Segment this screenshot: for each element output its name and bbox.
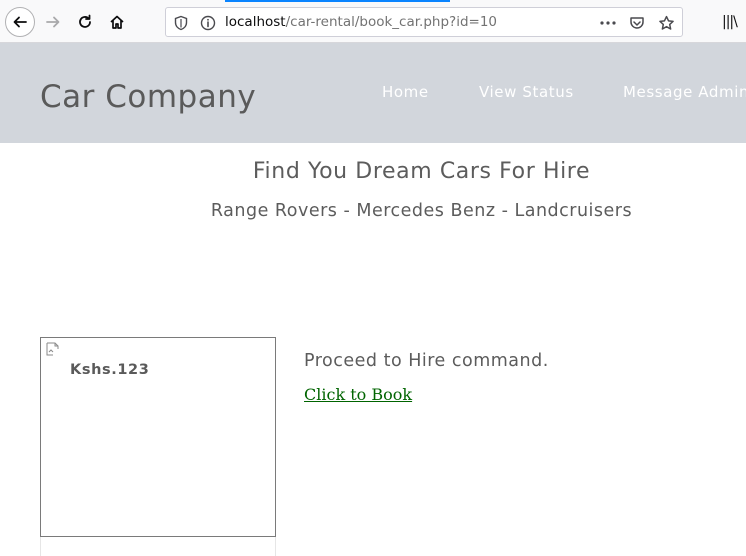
active-tab-indicator — [225, 0, 450, 2]
url-actions — [598, 13, 676, 33]
card-divider — [40, 537, 276, 556]
forward-arrow-icon — [46, 16, 60, 28]
url-text[interactable]: localhost/car-rental/book_car.php?id=10 — [225, 14, 497, 30]
site-header: Car Company Home View Status Message Adm… — [0, 43, 746, 143]
page-actions-menu-icon[interactable] — [598, 13, 618, 33]
nav-link-message-admin[interactable]: Message Admin — [623, 83, 746, 101]
hero-title: Find You Dream Cars For Hire — [252, 159, 591, 184]
bookmark-star-icon[interactable] — [656, 13, 676, 33]
back-button[interactable] — [5, 7, 35, 37]
url-bar[interactable]: localhost/car-rental/book_car.php?id=10 — [165, 7, 683, 37]
nav-link-view-status[interactable]: View Status — [479, 83, 574, 101]
url-host: localhost — [225, 14, 286, 30]
booking-prompt: Proceed to Hire command. — [304, 351, 549, 371]
tracking-shield-icon[interactable] — [174, 15, 188, 31]
reload-button[interactable] — [70, 7, 100, 37]
nav-link-home[interactable]: Home — [382, 83, 429, 101]
broken-image-icon — [46, 342, 59, 356]
url-path: /car-rental/book_car.php?id=10 — [285, 14, 498, 30]
car-price: Kshs.123 — [70, 362, 150, 378]
car-card: Kshs.123 — [40, 337, 276, 537]
reload-icon — [79, 14, 91, 28]
site-info-icon[interactable] — [200, 15, 216, 31]
book-link[interactable]: Click to Book — [304, 385, 412, 404]
library-icon[interactable]: |||\ — [722, 11, 746, 33]
home-icon — [110, 15, 124, 29]
hero-subtitle: Range Rovers - Mercedes Benz - Landcruis… — [210, 201, 633, 221]
pocket-icon[interactable] — [627, 13, 647, 33]
home-button[interactable] — [102, 7, 132, 37]
browser-toolbar: localhost/car-rental/book_car.php?id=10 … — [0, 0, 746, 43]
brand-logo[interactable]: Car Company — [40, 79, 256, 115]
forward-button[interactable] — [38, 7, 68, 37]
back-arrow-icon — [13, 16, 27, 28]
